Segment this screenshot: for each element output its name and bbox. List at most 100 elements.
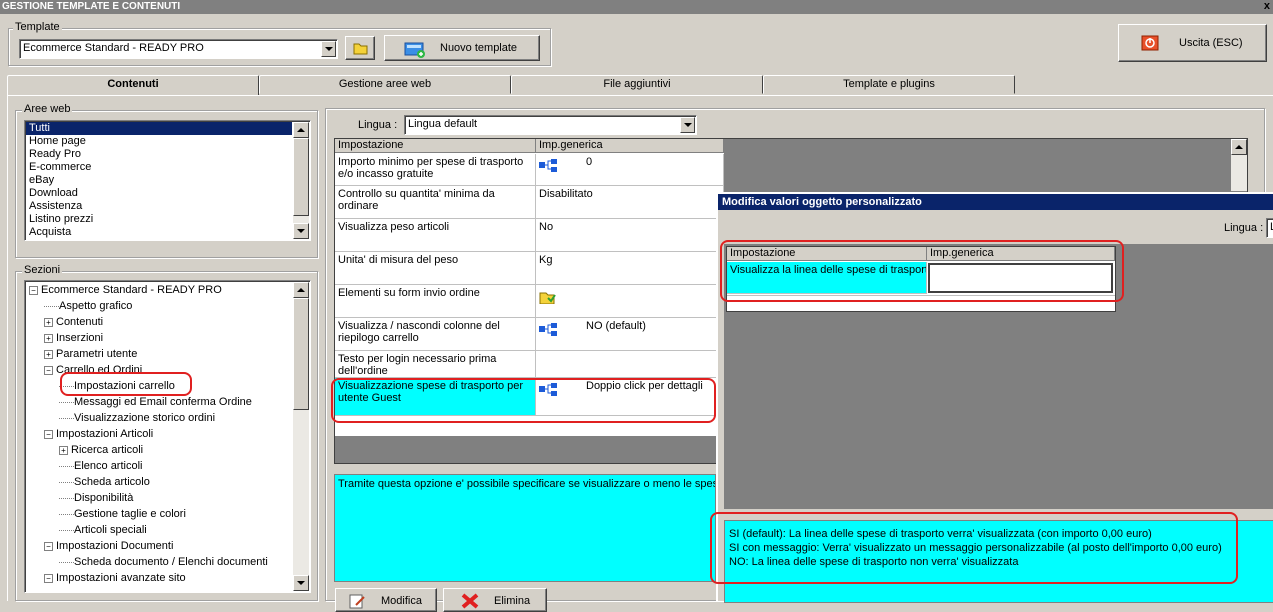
- new-template-icon: [404, 42, 425, 58]
- tree-item[interactable]: Scheda articolo: [59, 475, 150, 489]
- tab-gestione-aree-web[interactable]: Gestione aree web: [259, 75, 511, 94]
- grid-cell-value[interactable]: [536, 351, 724, 378]
- tree-item[interactable]: + Contenuti: [44, 315, 103, 329]
- new-template-label: Nuovo template: [440, 42, 518, 54]
- tree-item[interactable]: Disponibilità: [59, 491, 133, 505]
- exit-icon: [1141, 35, 1159, 51]
- collapse-icon[interactable]: −: [44, 429, 53, 439]
- annotation-highlight: [710, 512, 1238, 584]
- tree-item[interactable]: − Impostazioni avanzate sito: [44, 571, 186, 585]
- tree-item[interactable]: Messaggi ed Email conferma Ordine: [59, 395, 252, 409]
- dialog-lingua-label: Lingua :: [1224, 222, 1264, 234]
- grid-cell-name[interactable]: Importo minimo per spese di trasporto e/…: [335, 154, 536, 186]
- chevron-down-icon[interactable]: [680, 117, 695, 133]
- tree-item[interactable]: + Inserzioni: [44, 331, 103, 345]
- tree-item[interactable]: + Parametri utente: [44, 347, 137, 361]
- collapse-icon[interactable]: −: [44, 541, 53, 551]
- tree-icon[interactable]: [539, 323, 561, 337]
- exit-button[interactable]: Uscita (ESC): [1118, 24, 1267, 62]
- scroll-up-icon[interactable]: [293, 122, 309, 138]
- expand-icon[interactable]: +: [59, 445, 68, 455]
- tree-item[interactable]: − Impostazioni Documenti: [44, 539, 173, 553]
- tree-item-label: Impostazioni avanzate sito: [56, 572, 186, 584]
- sezioni-tree[interactable]: − Ecommerce Standard - READY PRO Aspetto g…: [24, 280, 311, 593]
- list-item[interactable]: Tutti: [26, 122, 292, 135]
- list-item[interactable]: Listino prezzi: [26, 213, 292, 226]
- scroll-down-icon[interactable]: [293, 223, 309, 239]
- expand-icon[interactable]: +: [44, 349, 53, 359]
- tree-item-label: Disponibilità: [74, 492, 134, 504]
- tree-item[interactable]: + Ricerca articoli: [59, 443, 143, 457]
- collapse-icon[interactable]: −: [44, 573, 53, 583]
- elimina-button[interactable]: Elimina: [443, 588, 547, 612]
- tab-template-e-plugins[interactable]: Template e plugins: [763, 75, 1015, 94]
- expand-icon[interactable]: +: [44, 333, 53, 343]
- list-item[interactable]: Ready Pro: [26, 148, 292, 161]
- tree-item-label: Visualizzazione storico ordini: [74, 412, 216, 424]
- tree-item-label: Gestione taglie e colori: [74, 508, 186, 520]
- open-template-button[interactable]: [345, 36, 375, 60]
- tree-connector: [59, 529, 74, 531]
- lingua-select-value: Lingua default: [408, 118, 478, 130]
- tree-connector: [59, 481, 74, 483]
- dialog-lingua-select[interactable]: L: [1266, 218, 1273, 238]
- grid-cell-name[interactable]: Elementi su form invio ordine: [335, 285, 536, 318]
- grid-header-imp-generica[interactable]: Imp.generica: [536, 139, 724, 153]
- list-item[interactable]: Acquista: [26, 226, 292, 239]
- list-item[interactable]: Home page: [26, 135, 292, 148]
- list-item[interactable]: Assistenza: [26, 200, 292, 213]
- tree-item-label: Elenco articoli: [74, 460, 143, 472]
- tree-item[interactable]: Gestione taglie e colori: [59, 507, 186, 521]
- list-item[interactable]: Download: [26, 187, 292, 200]
- tab-file-aggiuntivi[interactable]: File aggiuntivi: [511, 75, 763, 94]
- grid-cell-name[interactable]: Testo per login necessario prima dell'or…: [335, 351, 536, 378]
- tree-item-label: Parametri utente: [56, 348, 138, 360]
- scrollbar-thumb[interactable]: [293, 138, 309, 216]
- folder-icon[interactable]: [539, 290, 561, 304]
- grid-cell-name[interactable]: Unita' di misura del peso: [335, 252, 536, 285]
- tree-item[interactable]: Visualizzazione storico ordini: [59, 411, 215, 425]
- close-icon[interactable]: x: [1264, 0, 1270, 13]
- tree-item-label: Messaggi ed Email conferma Ordine: [74, 396, 252, 408]
- tree-item-label: Impostazioni Articoli: [56, 428, 154, 440]
- scroll-up-icon[interactable]: [293, 282, 309, 298]
- grid-cell-value[interactable]: Disabilitato: [536, 186, 724, 219]
- grid-cell-value[interactable]: NO (default): [536, 318, 724, 351]
- description-box: Tramite questa opzione e' possibile spec…: [334, 474, 716, 582]
- list-item[interactable]: eBay: [26, 174, 292, 187]
- scroll-down-icon[interactable]: [293, 575, 309, 591]
- grid-cell-name[interactable]: Visualizza peso articoli: [335, 219, 536, 252]
- tree-item[interactable]: − Impostazioni Articoli: [44, 427, 153, 441]
- expand-icon[interactable]: +: [44, 317, 53, 327]
- tree-item[interactable]: Scheda documento / Elenchi documenti: [59, 555, 268, 569]
- tree-item[interactable]: − Ecommerce Standard - READY PRO: [29, 283, 222, 297]
- grid-cell-value[interactable]: No: [536, 219, 724, 252]
- tree-icon[interactable]: [539, 159, 561, 173]
- grid-cell-value[interactable]: [536, 285, 724, 318]
- exit-label: Uscita (ESC): [1179, 37, 1243, 49]
- collapse-icon[interactable]: −: [44, 365, 53, 375]
- new-template-button[interactable]: Nuovo template: [384, 35, 540, 61]
- tree-item-label: Impostazioni Documenti: [56, 540, 174, 552]
- modifica-button[interactable]: Modifica: [335, 588, 437, 612]
- tree-item-label: Articoli speciali: [74, 524, 147, 536]
- template-select[interactable]: Ecommerce Standard - READY PRO: [19, 39, 338, 59]
- grid-cell-value[interactable]: Kg: [536, 252, 724, 285]
- grid-header-impostazione[interactable]: Impostazione: [335, 139, 536, 153]
- delete-icon: [461, 593, 479, 609]
- chevron-down-icon[interactable]: [321, 41, 336, 57]
- grid-cell-name[interactable]: Controllo su quantita' minima da ordinar…: [335, 186, 536, 219]
- aree-web-list[interactable]: Tutti Home page Ready Pro E-commerce eBay Dow…: [24, 120, 311, 241]
- scroll-up-icon[interactable]: [1231, 139, 1247, 155]
- collapse-icon[interactable]: −: [29, 285, 38, 295]
- tree-item[interactable]: Aspetto grafico: [44, 299, 132, 313]
- lingua-select[interactable]: Lingua default: [404, 115, 697, 135]
- grid-cell-name[interactable]: Visualizza / nascondi colonne del riepil…: [335, 318, 536, 351]
- tree-item[interactable]: Articoli speciali: [59, 523, 147, 537]
- tree-item-label: Aspetto grafico: [59, 300, 133, 312]
- grid-cell-value[interactable]: 0: [536, 154, 724, 186]
- tree-item[interactable]: Elenco articoli: [59, 459, 142, 473]
- tab-contenuti[interactable]: Contenuti: [7, 75, 259, 96]
- scrollbar-thumb[interactable]: [293, 298, 309, 410]
- list-item[interactable]: E-commerce: [26, 161, 292, 174]
